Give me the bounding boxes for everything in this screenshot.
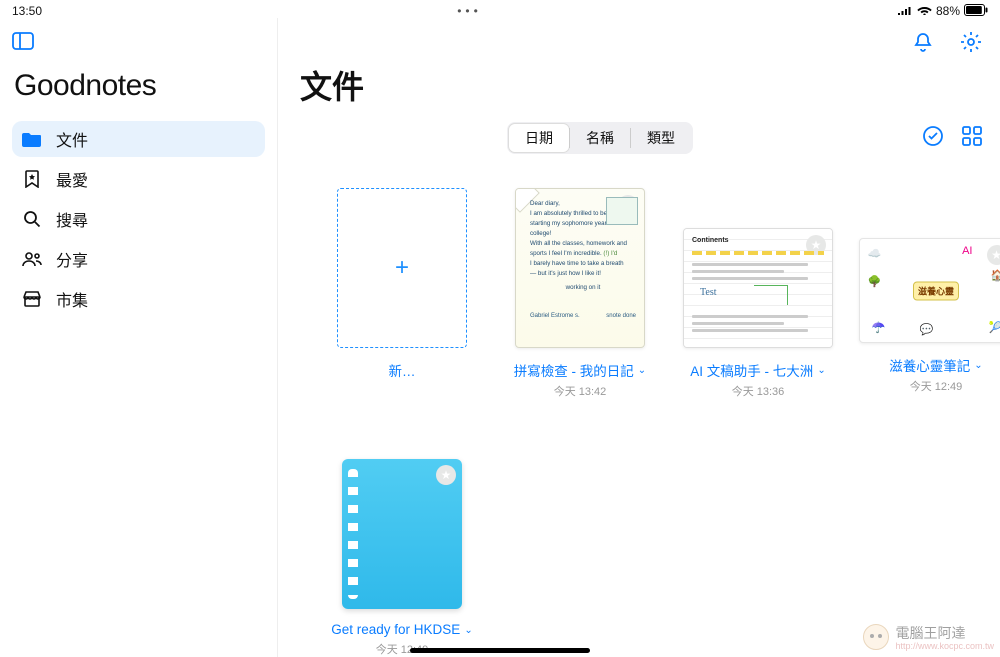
favorite-star-icon[interactable]: ★: [436, 465, 456, 485]
new-document-tile[interactable]: + 新…: [322, 188, 482, 399]
document-thumbnail: ★: [342, 459, 462, 609]
document-date: 今天 13:42: [500, 383, 660, 399]
chevron-down-icon[interactable]: ⌄: [638, 365, 646, 376]
notifications-button[interactable]: [912, 31, 934, 58]
sort-option-type[interactable]: 類型: [631, 124, 691, 152]
status-time: 13:50: [12, 4, 42, 18]
chevron-down-icon[interactable]: ⌄: [464, 625, 472, 636]
sidebar-toggle-button[interactable]: [12, 32, 265, 55]
document-tile[interactable]: ★ Continents Test AI 文稿助手 - 七大洲 ⌄ 今天 13:…: [678, 188, 838, 399]
document-thumbnail: ★ Continents Test: [683, 228, 833, 348]
document-thumbnail: ★ ☁️ AI 🌳 🏠 ☂️ 💬 🎾 滋養心靈: [859, 238, 1000, 343]
sidebar-item-marketplace[interactable]: 市集: [12, 281, 265, 317]
sidebar-item-favorites[interactable]: 最愛: [12, 161, 265, 197]
document-title: AI 文稿助手 - 七大洲: [690, 360, 813, 380]
document-date: 今天 13:36: [678, 383, 838, 399]
document-title: 新…: [389, 360, 416, 380]
document-thumbnail: ★ Dear diary, I am absolutely thrilled t…: [515, 188, 645, 348]
sidebar-item-label: 最愛: [56, 167, 88, 191]
sidebar-item-label: 搜尋: [56, 207, 88, 231]
sidebar-item-share[interactable]: 分享: [12, 241, 265, 277]
signal-icon: [897, 4, 913, 18]
view-grid-button[interactable]: [962, 126, 982, 151]
main-pane: 文件 日期 名稱 類型 + 新…: [278, 18, 1000, 657]
home-indicator[interactable]: [410, 648, 590, 653]
sidebar-item-label: 文件: [56, 127, 88, 151]
sidebar-item-search[interactable]: 搜尋: [12, 201, 265, 237]
sort-option-date[interactable]: 日期: [509, 124, 569, 152]
search-icon: [22, 210, 42, 228]
document-title: 拼寫檢查 - 我的日記: [514, 360, 634, 380]
sidebar: Goodnotes 文件 最愛 搜尋: [0, 18, 278, 657]
document-tile[interactable]: ★ Dear diary, I am absolutely thrilled t…: [500, 188, 660, 399]
document-tile[interactable]: ★ ☁️ AI 🌳 🏠 ☂️ 💬 🎾 滋養心靈 滋養心靈筆記 ⌄ 今天 12:4…: [856, 188, 1000, 399]
document-tile[interactable]: ★ Get ready for HKDSE ⌄ 今天 12:49: [322, 459, 482, 657]
watermark: 電腦王阿達 http://www.kocpc.com.tw: [863, 623, 994, 651]
document-title: 滋養心靈筆記: [889, 355, 970, 375]
chevron-down-icon[interactable]: ⌄: [817, 365, 825, 376]
bookmark-icon: [22, 170, 42, 188]
battery-icon: [964, 4, 988, 19]
watermark-face-icon: [863, 624, 889, 650]
sidebar-item-label: 分享: [56, 247, 88, 271]
document-date: 今天 12:49: [856, 378, 1000, 394]
people-icon: [22, 251, 42, 267]
watermark-url: http://www.kocpc.com.tw: [895, 641, 994, 651]
folder-icon: [22, 131, 42, 147]
document-title: Get ready for HKDSE: [331, 622, 460, 638]
watermark-text: 電腦王阿達: [895, 625, 965, 641]
battery-pct: 88%: [936, 4, 960, 18]
select-button[interactable]: [922, 125, 944, 152]
document-grid: + 新… ★ Dear diary, I am absolutely thril…: [322, 188, 982, 657]
favorite-star-icon[interactable]: ★: [987, 245, 1000, 265]
wifi-icon: [917, 4, 932, 18]
sidebar-item-label: 市集: [56, 287, 88, 311]
sort-option-name[interactable]: 名稱: [570, 124, 630, 152]
plus-icon: +: [337, 188, 467, 348]
store-icon: [22, 291, 42, 307]
status-dots: •••: [42, 4, 897, 18]
sort-segmented-control[interactable]: 日期 名稱 類型: [507, 122, 693, 154]
status-bar: 13:50 ••• 88%: [0, 0, 1000, 18]
app-brand: Goodnotes: [14, 69, 263, 103]
handwriting-preview: Dear diary, I am absolutely thrilled to …: [530, 199, 636, 339]
chevron-down-icon[interactable]: ⌄: [974, 360, 982, 371]
page-title: 文件: [300, 62, 982, 108]
settings-button[interactable]: [960, 31, 982, 58]
sidebar-item-documents[interactable]: 文件: [12, 121, 265, 157]
